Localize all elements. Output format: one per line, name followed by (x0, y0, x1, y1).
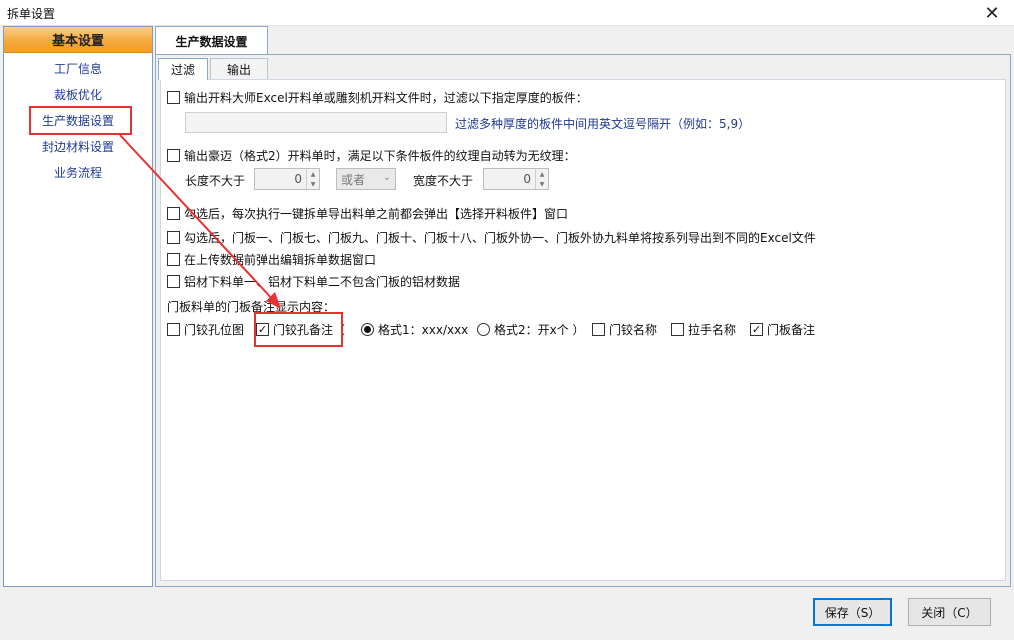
window-title: 拆单设置 (7, 7, 56, 21)
length-stepper[interactable]: 0 ▲ ▼ (254, 168, 320, 190)
option-label: 勾选后，门板一、门板七、门板九、门板十、门板十八、门板外协一、门板外协九料单将按… (184, 231, 816, 245)
option-filter-thickness[interactable]: 输出开料大师Excel开料单或雕刻机开料文件时，过滤以下指定厚度的板件： (167, 89, 588, 106)
option-edit-before-upload[interactable]: 在上传数据前弹出编辑拆单数据窗口 (167, 251, 376, 268)
sidebar-item-factory-info[interactable]: 工厂信息 (4, 56, 152, 82)
checkbox[interactable] (167, 231, 180, 244)
option-hinge-name[interactable]: 门铰名称 (592, 321, 657, 338)
radio-unselected[interactable] (477, 323, 490, 336)
thickness-hint: 过滤多种厚度的板件中间用英文逗号隔开（例如：5,9） (455, 117, 751, 131)
outer-tab-panel: 过滤 输出 输出开料大师Excel开料单或雕刻机开料文件时，过滤以下指定厚度的板… (155, 54, 1011, 587)
option-label: 铝材下料单一、铝材下料单二不包含门板的铝材数据 (184, 275, 461, 289)
checkbox-checked[interactable]: ✓ (750, 323, 763, 336)
option-door-note[interactable]: ✓ 门板备注 (750, 321, 815, 338)
radio-selected[interactable] (361, 323, 374, 336)
radio-format1[interactable]: 格式1：xxx/xxx (361, 321, 468, 338)
stepper-arrows-icon[interactable]: ▲ ▼ (306, 169, 319, 189)
option-label: 格式2：开x个 ） (494, 323, 585, 337)
checkbox-checked[interactable]: ✓ (256, 323, 269, 336)
tab-production-data-settings[interactable]: 生产数据设置 (155, 26, 268, 55)
checkbox[interactable] (167, 275, 180, 288)
option-label: 拉手名称 (688, 323, 737, 337)
option-hinge-hole-position[interactable]: 门铰孔位图 (167, 321, 244, 338)
sidebar-item-panel-optimization[interactable]: 裁板优化 (4, 82, 152, 108)
checkbox[interactable] (167, 91, 180, 104)
length-label: 长度不大于 (185, 174, 246, 188)
checkbox[interactable] (167, 323, 180, 336)
close-icon[interactable]: ✕ (970, 0, 1014, 26)
option-label: 门板备注 (767, 323, 816, 337)
sidebar-item-production-data-settings[interactable]: 生产数据设置 (4, 108, 152, 134)
option-label: 格式1：xxx/xxx (378, 323, 469, 337)
tab-output[interactable]: 输出 (210, 58, 268, 79)
radio-format2[interactable]: 格式2：开x个 ） (477, 321, 585, 338)
option-label: 门铰孔位图 (184, 323, 245, 337)
logic-value: 或者 (341, 172, 366, 187)
checkbox[interactable] (167, 207, 180, 220)
option-label: 输出豪迈（格式2）开料单时，满足以下条件板件的纹理自动转为无纹理： (184, 149, 576, 163)
sidebar-item-business-process[interactable]: 业务流程 (4, 160, 152, 186)
checkbox[interactable] (167, 149, 180, 162)
option-handle-name[interactable]: 拉手名称 (671, 321, 736, 338)
option-texture-convert[interactable]: 输出豪迈（格式2）开料单时，满足以下条件板件的纹理自动转为无纹理： (167, 147, 576, 164)
close-button[interactable]: 关闭（C） (908, 598, 991, 626)
checkbox[interactable] (671, 323, 684, 336)
door-note-title: 门板料单的门板备注显示内容： (167, 300, 336, 314)
option-label: 勾选后，每次执行一键拆单导出料单之前都会弹出【选择开料板件】窗口 (184, 207, 569, 221)
checkbox[interactable] (167, 253, 180, 266)
option-select-panels-popup[interactable]: 勾选后，每次执行一键拆单导出料单之前都会弹出【选择开料板件】窗口 (167, 205, 568, 222)
paren-open: （ (333, 323, 346, 337)
chevron-down-icon: ⌄ (382, 172, 391, 183)
length-value: 0 (294, 172, 302, 186)
thickness-input[interactable] (185, 112, 447, 133)
sidebar-header[interactable]: 基本设置 (4, 27, 152, 53)
option-exclude-door-aluminum[interactable]: 铝材下料单一、铝材下料单二不包含门板的铝材数据 (167, 273, 460, 290)
checkbox[interactable] (592, 323, 605, 336)
option-export-by-series[interactable]: 勾选后，门板一、门板七、门板九、门板十、门板十八、门板外协一、门板外协九料单将按… (167, 229, 816, 246)
sidebar: 基本设置 工厂信息 裁板优化 生产数据设置 封边材料设置 业务流程 (3, 26, 153, 587)
save-button[interactable]: 保存（S） (813, 598, 892, 626)
title-bar: 拆单设置 ✕ (0, 0, 1014, 26)
logic-select[interactable]: 或者 ⌄ (336, 168, 396, 190)
tab-filter[interactable]: 过滤 (158, 58, 208, 80)
filter-panel: 输出开料大师Excel开料单或雕刻机开料文件时，过滤以下指定厚度的板件： 过滤多… (160, 79, 1006, 581)
sidebar-item-edge-material-settings[interactable]: 封边材料设置 (4, 134, 152, 160)
width-value: 0 (523, 172, 531, 186)
width-label: 宽度不大于 (413, 174, 474, 188)
width-stepper[interactable]: 0 ▲ ▼ (483, 168, 549, 190)
option-label: 在上传数据前弹出编辑拆单数据窗口 (184, 253, 377, 267)
option-hinge-hole-note[interactable]: ✓ 门铰孔备注 （ (256, 321, 345, 338)
window-body: 基本设置 工厂信息 裁板优化 生产数据设置 封边材料设置 业务流程 生产数据设置… (0, 26, 1014, 640)
option-label: 输出开料大师Excel开料单或雕刻机开料文件时，过滤以下指定厚度的板件： (184, 91, 588, 105)
option-label: 门铰名称 (609, 323, 658, 337)
option-label: 门铰孔备注 (273, 323, 334, 337)
stepper-arrows-icon[interactable]: ▲ ▼ (535, 169, 548, 189)
